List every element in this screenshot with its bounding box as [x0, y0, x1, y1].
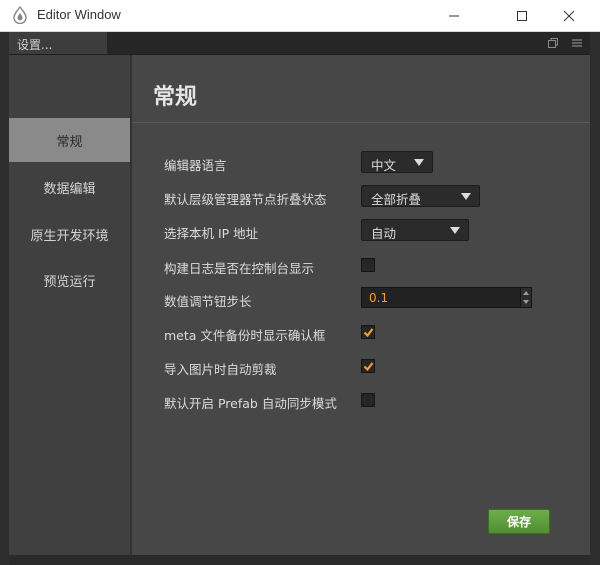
stepper-arrows-icon [523, 291, 529, 304]
fold-state-select[interactable]: 全部折叠 [361, 185, 480, 207]
language-select[interactable]: 中文 [361, 151, 433, 173]
page-title: 常规 [153, 85, 198, 110]
sidebar-item-label: 预览运行 [43, 274, 96, 290]
menu-icon[interactable] [571, 37, 583, 49]
auto-trim-label: 导入图片时自动剪裁 [164, 362, 277, 377]
maximize-icon [517, 10, 527, 21]
step-stepper[interactable] [520, 287, 532, 308]
ip-select[interactable]: 自动 [361, 219, 469, 241]
minimize-icon [449, 15, 459, 16]
background-panel-right [590, 32, 600, 565]
tab-label: 设置... [17, 38, 53, 52]
checkmark-icon [363, 328, 374, 338]
background-panel-left [0, 32, 9, 565]
close-icon [563, 10, 575, 21]
app-logo-icon [13, 6, 27, 24]
tab-bar: 设置... [9, 32, 590, 55]
fold-state-value: 全部折叠 [371, 192, 422, 207]
chevron-down-icon [461, 193, 471, 200]
sidebar-item-data-editing[interactable]: 数据编辑 [9, 165, 130, 209]
ip-label: 选择本机 IP 地址 [164, 226, 259, 241]
background-panel-bottom [9, 555, 590, 565]
build-log-checkbox[interactable] [361, 258, 375, 272]
close-button[interactable] [546, 0, 592, 31]
popout-icon[interactable] [547, 37, 559, 49]
ip-value: 自动 [371, 226, 397, 241]
sidebar-item-preview-run[interactable]: 预览运行 [9, 258, 130, 302]
auto-trim-checkbox[interactable] [361, 359, 375, 373]
language-value: 中文 [371, 158, 397, 173]
fold-state-label: 默认层级管理器节点折叠状态 [164, 192, 327, 207]
sidebar-item-native-dev[interactable]: 原生开发环境 [9, 212, 130, 256]
tab-settings[interactable]: 设置... [9, 32, 108, 54]
window-titlebar: Editor Window [0, 0, 600, 32]
language-label: 编辑器语言 [164, 158, 227, 173]
prefab-sync-label: 默认开启 Prefab 自动同步模式 [164, 396, 337, 411]
chevron-down-icon [450, 227, 460, 234]
build-log-label: 构建日志是否在控制台显示 [164, 261, 315, 276]
sidebar-item-label: 原生开发环境 [30, 228, 109, 244]
window-title: Editor Window [37, 7, 121, 22]
step-value: 0.1 [369, 291, 389, 305]
chevron-down-icon [414, 159, 424, 166]
sidebar-item-label: 常规 [56, 134, 83, 150]
minimize-button[interactable] [431, 0, 477, 31]
settings-sidebar: 常规 数据编辑 原生开发环境 预览运行 [9, 55, 132, 555]
sidebar-item-general[interactable]: 常规 [9, 118, 130, 162]
sidebar-item-label: 数据编辑 [43, 181, 96, 197]
step-label: 数值调节钮步长 [164, 294, 252, 309]
meta-backup-checkbox[interactable] [361, 325, 375, 339]
step-input[interactable]: 0.1 [361, 287, 521, 308]
checkmark-icon [363, 362, 374, 372]
maximize-button[interactable] [499, 0, 545, 31]
settings-panel: 常规 数据编辑 原生开发环境 预览运行 常规 编辑器语言 中文 默认层级管理器节… [9, 55, 590, 555]
title-divider [132, 122, 590, 123]
meta-backup-label: meta 文件备份时显示确认框 [164, 328, 326, 343]
save-button[interactable]: 保存 [488, 509, 550, 534]
prefab-sync-checkbox[interactable] [361, 393, 375, 407]
